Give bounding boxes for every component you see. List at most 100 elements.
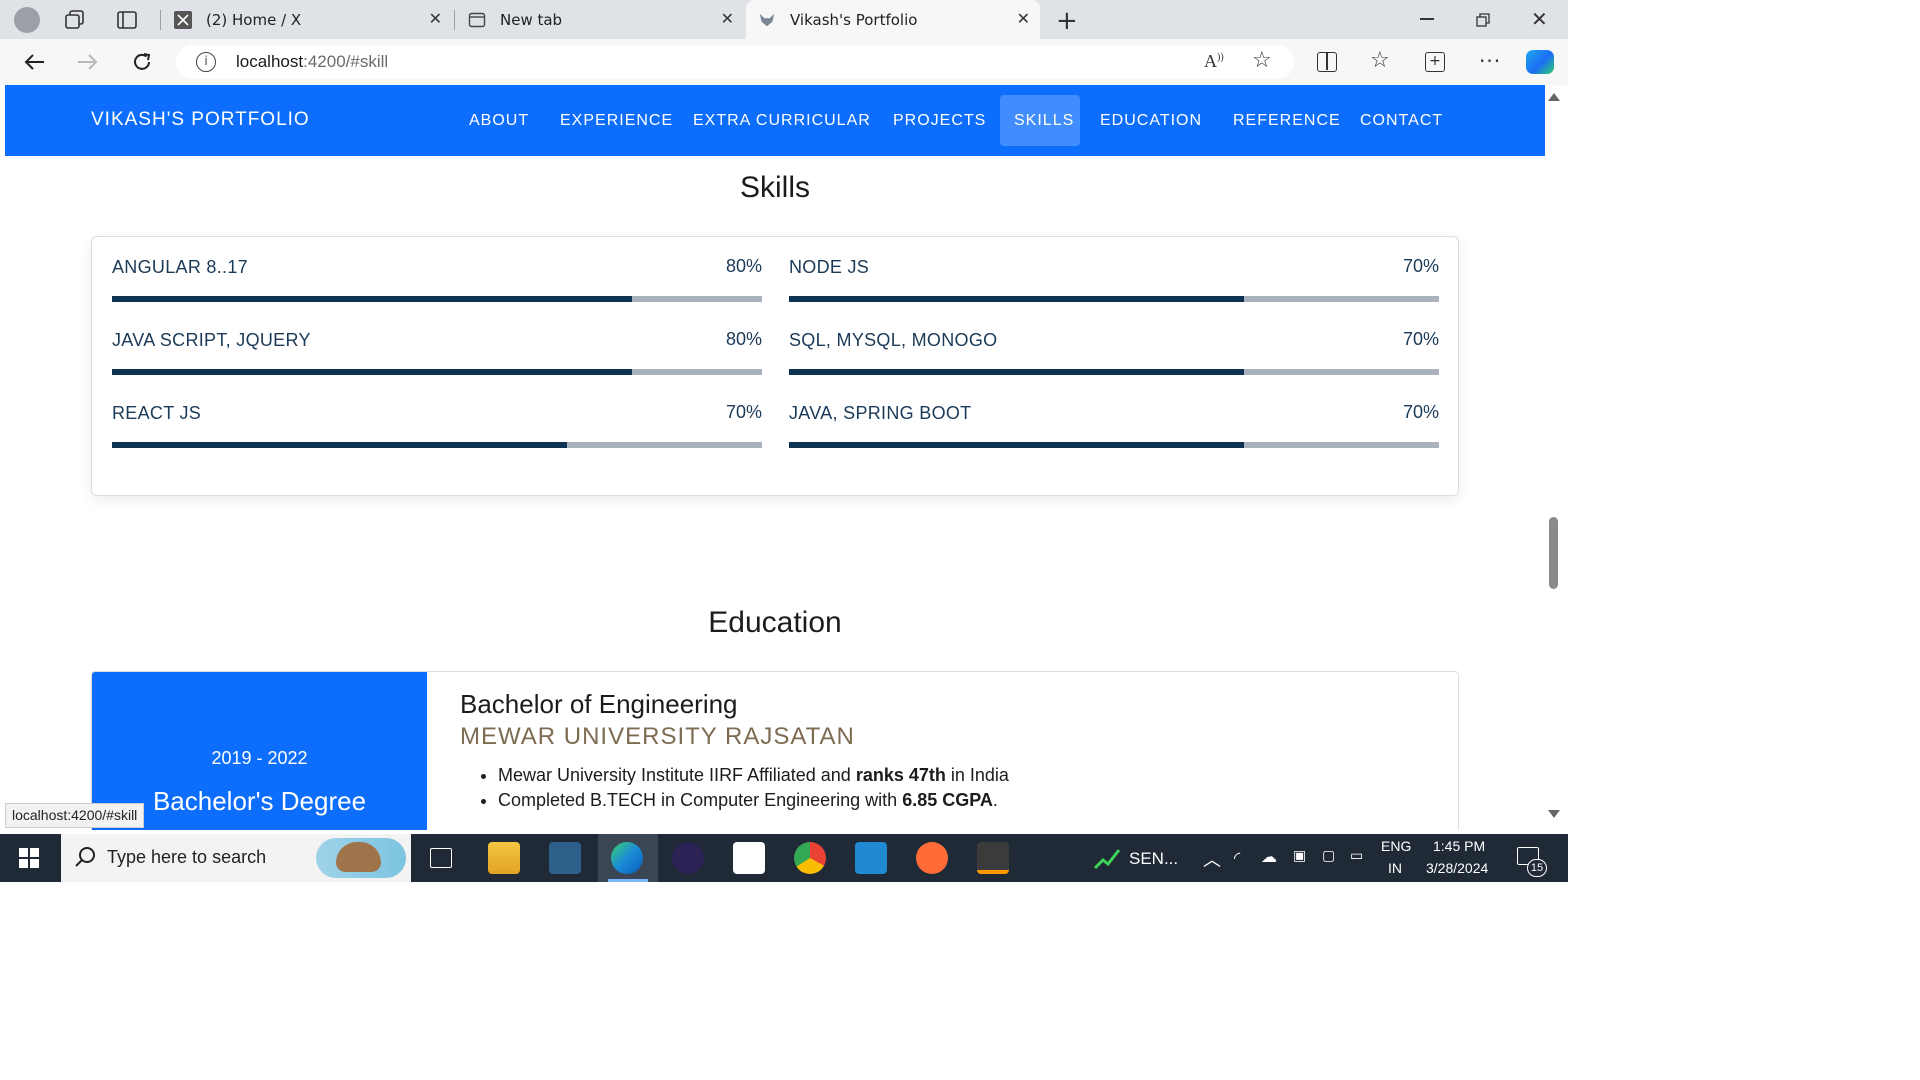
windows-taskbar: Type here to search SEN... ︿ ◜ ☁ ▣ ▢ ▭ E… [0, 834, 1568, 882]
bullet-text: . [992, 790, 998, 810]
sublime-text-icon[interactable] [977, 842, 1009, 874]
eclipse-icon[interactable] [672, 842, 704, 874]
skill-progress-fill [789, 442, 1244, 448]
nav-skills[interactable]: SKILLS [1000, 95, 1080, 146]
postman-icon[interactable] [916, 842, 948, 874]
skill-progress-fill [789, 369, 1244, 375]
tab-separator [454, 10, 455, 30]
page-scrollbar[interactable] [1545, 85, 1568, 830]
microsoft-store-icon[interactable] [733, 842, 765, 874]
stock-chart-icon[interactable] [1093, 846, 1121, 874]
skill-progress-track [112, 369, 762, 375]
wifi-icon[interactable]: ◜ [1234, 848, 1240, 868]
skill-progress-fill [789, 296, 1244, 302]
skill-progress-fill [112, 442, 567, 448]
minimize-icon[interactable] [1420, 18, 1434, 20]
bullet-text: Mewar University Institute IIRF Affiliat… [498, 765, 856, 785]
skill-percent: 80% [725, 256, 762, 276]
bullet-text: in India [945, 765, 1009, 785]
list-item: Completed B.TECH in Computer Engineering… [498, 790, 1009, 815]
close-tab-icon[interactable]: ✕ [1017, 9, 1030, 28]
bullet-text: Completed B.TECH in Computer Engineering… [498, 790, 903, 810]
copilot-icon[interactable] [1526, 50, 1554, 74]
tab-new-tab[interactable]: New tab ✕ [456, 0, 744, 39]
tab-x-home[interactable]: (2) Home / X ✕ [162, 0, 452, 39]
active-app-underline [608, 879, 648, 882]
favorites-icon[interactable]: ☆ [1370, 48, 1390, 73]
nav-contact[interactable]: CONTACT [1346, 95, 1457, 146]
skill-item: JAVA, SPRING BOOT 70% [789, 383, 1439, 448]
skill-percent: 70% [1402, 329, 1439, 349]
clock-date[interactable]: 3/28/2024 [1426, 860, 1488, 876]
network-icon[interactable]: ▢ [1322, 847, 1335, 864]
meet-now-icon[interactable]: ▣ [1293, 847, 1306, 864]
site-brand[interactable]: VIKASH'S PORTFOLIO [91, 109, 310, 131]
battery-icon[interactable]: ▭ [1350, 847, 1363, 864]
nav-experience[interactable]: EXPERIENCE [546, 95, 687, 146]
skill-progress-fill [112, 369, 632, 375]
taskbar-search-box[interactable]: Type here to search [61, 834, 411, 882]
scroll-up-icon[interactable] [1548, 93, 1560, 101]
capybara-illustration-icon [336, 842, 381, 872]
nav-about[interactable]: ABOUT [455, 95, 543, 146]
close-tab-icon[interactable]: ✕ [721, 9, 734, 28]
split-screen-icon[interactable] [1317, 52, 1337, 72]
skill-percent: 70% [1402, 256, 1439, 276]
back-icon[interactable] [18, 47, 50, 77]
nav-education[interactable]: EDUCATION [1086, 95, 1216, 146]
windows-start-icon[interactable] [19, 848, 39, 868]
education-details-list: Mewar University Institute IIRF Affiliat… [498, 765, 1009, 815]
chrome-icon[interactable] [794, 842, 826, 874]
url-bar[interactable]: i localhost:4200/#skill A)) ☆ [176, 45, 1294, 79]
favorite-star-icon[interactable]: ☆ [1252, 48, 1272, 73]
vscode-icon[interactable] [855, 842, 887, 874]
nav-extra-curricular[interactable]: EXTRA CURRICULAR [679, 95, 885, 146]
nav-projects[interactable]: PROJECTS [879, 95, 1000, 146]
edge-browser-icon[interactable] [611, 842, 643, 874]
new-tab-plus-icon[interactable]: + [1056, 6, 1078, 36]
skill-item: NODE JS 70% [789, 237, 1439, 302]
skills-card: ANGULAR 8..17 80% NODE JS 70% JAVA SCRIP… [91, 236, 1459, 496]
tab-portfolio[interactable]: Vikash's Portfolio ✕ [746, 0, 1040, 39]
list-item: Mewar University Institute IIRF Affiliat… [498, 765, 1009, 790]
collections-icon[interactable]: + [1425, 52, 1445, 72]
skill-name: JAVA SCRIPT, JQUERY [112, 330, 311, 350]
mysql-workbench-icon[interactable] [549, 842, 581, 874]
forward-icon[interactable] [72, 47, 104, 77]
skill-item: JAVA SCRIPT, JQUERY 80% [112, 310, 762, 375]
close-tab-icon[interactable]: ✕ [429, 9, 442, 28]
restore-icon[interactable] [1476, 12, 1490, 27]
profile-avatar-icon[interactable] [14, 7, 40, 33]
skill-item: REACT JS 70% [112, 383, 762, 448]
scroll-down-icon[interactable] [1548, 810, 1560, 818]
language-indicator-bottom[interactable]: IN [1388, 860, 1402, 876]
clock-time[interactable]: 1:45 PM [1433, 838, 1485, 854]
skill-name: JAVA, SPRING BOOT [789, 403, 972, 423]
browser-tab-bar: (2) Home / X ✕ New tab ✕ Vikash's Portfo… [0, 0, 1568, 39]
onedrive-cloud-icon[interactable]: ☁ [1261, 847, 1277, 867]
stock-ticker-label[interactable]: SEN... [1129, 849, 1178, 869]
skill-name: ANGULAR 8..17 [112, 257, 248, 277]
read-aloud-icon[interactable]: A)) [1204, 51, 1224, 72]
nav-reference[interactable]: REFERENCE [1219, 95, 1355, 146]
education-heading: Education [708, 606, 842, 639]
scrollbar-thumb[interactable] [1549, 517, 1558, 589]
tab-separator [160, 10, 161, 30]
site-info-icon[interactable]: i [196, 52, 216, 72]
more-options-icon[interactable]: ··· [1479, 49, 1501, 73]
refresh-icon[interactable] [126, 47, 158, 77]
workspaces-icon[interactable] [64, 9, 86, 31]
task-view-icon[interactable] [430, 848, 452, 868]
new-tab-icon [468, 11, 486, 29]
tab-title: New tab [500, 10, 563, 29]
tab-title: Vikash's Portfolio [790, 10, 918, 29]
file-explorer-icon[interactable] [488, 842, 520, 874]
bullet-highlight: 6.85 CGPA [902, 790, 993, 810]
tab-actions-icon[interactable] [116, 9, 138, 31]
show-hidden-icons-icon[interactable]: ︿ [1203, 846, 1221, 872]
x-logo-icon [174, 10, 192, 29]
url-text[interactable]: localhost:4200/#skill [236, 52, 388, 72]
language-indicator-top[interactable]: ENG [1381, 838, 1411, 854]
education-years: 2019 - 2022 [211, 748, 308, 768]
close-window-icon[interactable]: ✕ [1531, 7, 1548, 31]
